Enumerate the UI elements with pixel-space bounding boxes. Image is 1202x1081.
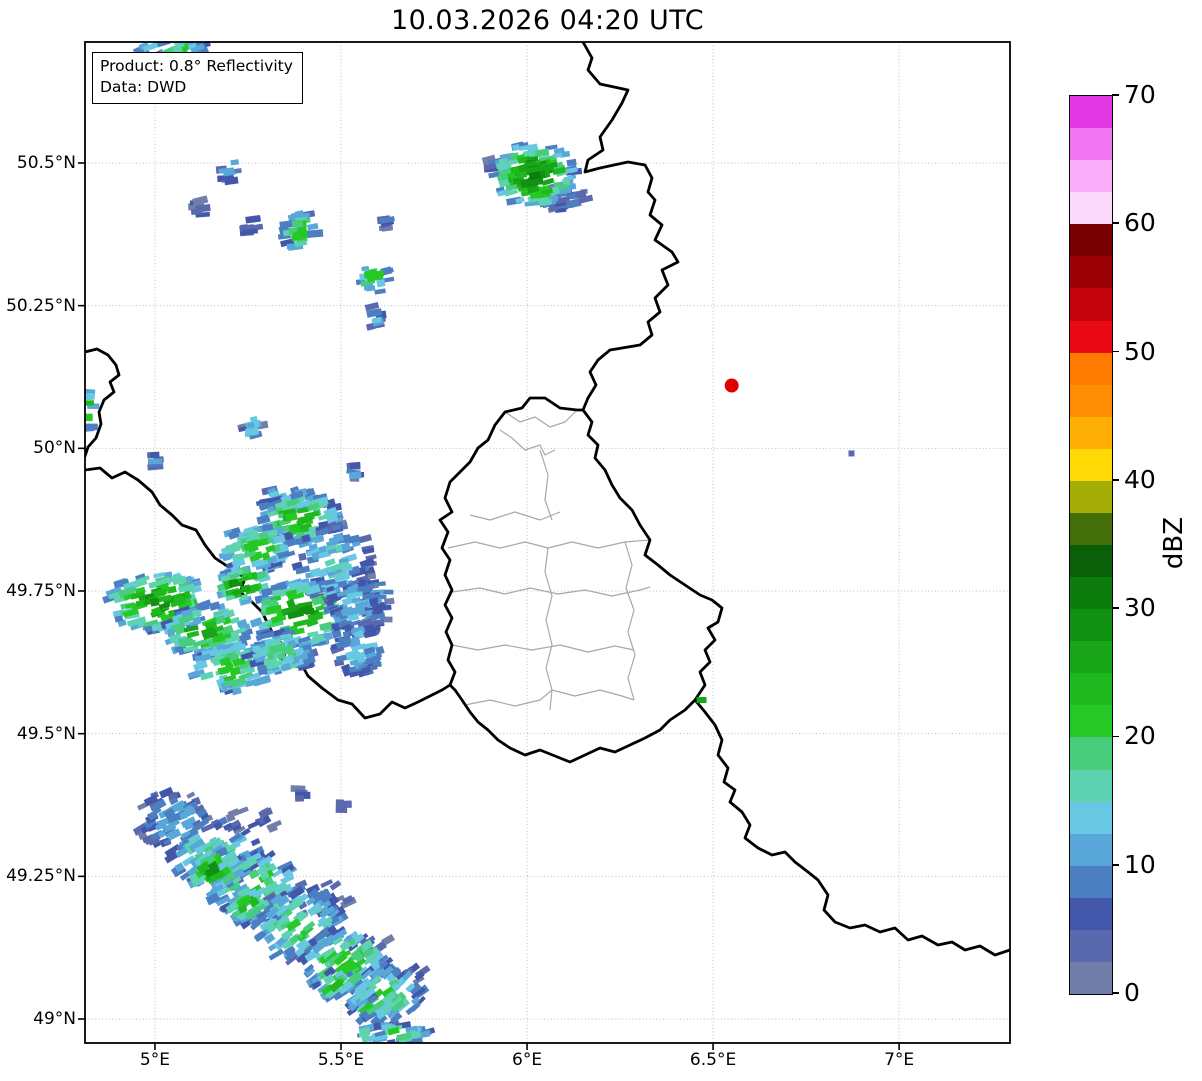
colorbar-tick-mark xyxy=(1112,607,1119,609)
colorbar-segment xyxy=(1070,385,1112,417)
colorbar-unit-label: dBZ xyxy=(1159,517,1189,569)
colorbar-segment xyxy=(1070,545,1112,577)
colorbar-tick-label: 30 xyxy=(1124,593,1156,623)
colorbar-segment xyxy=(1070,737,1112,769)
product-info-box: Product: 0.8° Reflectivity Data: DWD xyxy=(92,52,303,104)
colorbar-tick-mark xyxy=(1112,736,1119,738)
x-tick-label: 6.5°E xyxy=(668,1049,758,1071)
colorbar-segment xyxy=(1070,834,1112,866)
colorbar-tick-label: 10 xyxy=(1124,850,1156,880)
colorbar-tick-label: 50 xyxy=(1124,337,1156,367)
colorbar-tick-mark xyxy=(1112,864,1119,866)
y-tick-label: 49.25°N xyxy=(0,864,76,888)
colorbar-segment xyxy=(1070,513,1112,545)
colorbar-segment xyxy=(1070,802,1112,834)
colorbar-segment xyxy=(1070,288,1112,320)
colorbar-segment xyxy=(1070,898,1112,930)
colorbar-segment xyxy=(1070,770,1112,802)
colorbar-tick-label: 60 xyxy=(1124,208,1156,238)
colorbar-tick-mark xyxy=(1112,94,1119,96)
colorbar xyxy=(1069,95,1113,995)
colorbar-tick-label: 20 xyxy=(1124,721,1156,751)
colorbar-segment xyxy=(1070,449,1112,481)
colorbar-segment xyxy=(1070,609,1112,641)
colorbar-segment xyxy=(1070,321,1112,353)
colorbar-segment xyxy=(1070,673,1112,705)
y-tick-label: 50.25°N xyxy=(0,294,76,318)
radar-map xyxy=(85,42,1010,1043)
page-title: 10.03.2026 04:20 UTC xyxy=(85,5,1010,36)
colorbar-segment xyxy=(1070,96,1112,128)
y-tick-label: 50.5°N xyxy=(0,151,76,175)
colorbar-segment xyxy=(1070,962,1112,994)
y-tick-label: 49°N xyxy=(0,1007,76,1031)
radar-app-window: 10.03.2026 04:20 UTC Product: 0.8° Refle… xyxy=(0,0,1202,1081)
colorbar-segment xyxy=(1070,481,1112,513)
y-tick-label: 49.75°N xyxy=(0,579,76,603)
colorbar-segment xyxy=(1070,930,1112,962)
colorbar-segment xyxy=(1070,353,1112,385)
data-source-label: Data: DWD xyxy=(100,77,293,98)
colorbar-tick-mark xyxy=(1112,222,1119,224)
colorbar-tick-label: 40 xyxy=(1124,465,1156,495)
colorbar-segment xyxy=(1070,417,1112,449)
y-tick-label: 49.5°N xyxy=(0,722,76,746)
colorbar-segment xyxy=(1070,160,1112,192)
radar-echoes xyxy=(76,36,855,1048)
colorbar-tick-mark xyxy=(1112,351,1119,353)
colorbar-segment xyxy=(1070,577,1112,609)
colorbar-segment xyxy=(1070,705,1112,737)
x-tick-label: 5.5°E xyxy=(296,1049,386,1071)
station-marker xyxy=(725,379,739,393)
x-tick-label: 6°E xyxy=(482,1049,572,1071)
x-tick-label: 5°E xyxy=(110,1049,200,1071)
colorbar-segment xyxy=(1070,192,1112,224)
colorbar-segment xyxy=(1070,128,1112,160)
map-canvas xyxy=(85,42,1010,1043)
colorbar-tick-mark xyxy=(1112,992,1119,994)
colorbar-segment xyxy=(1070,224,1112,256)
colorbar-tick-label: 70 xyxy=(1124,80,1156,110)
y-tick-label: 50°N xyxy=(0,436,76,460)
colorbar-segment xyxy=(1070,641,1112,673)
x-tick-label: 7°E xyxy=(854,1049,944,1071)
product-label: Product: 0.8° Reflectivity xyxy=(100,56,293,77)
colorbar-tick-mark xyxy=(1112,479,1119,481)
colorbar-tick-label: 0 xyxy=(1124,978,1140,1008)
canton-borders xyxy=(448,410,650,710)
colorbar-segment xyxy=(1070,256,1112,288)
colorbar-segment xyxy=(1070,866,1112,898)
